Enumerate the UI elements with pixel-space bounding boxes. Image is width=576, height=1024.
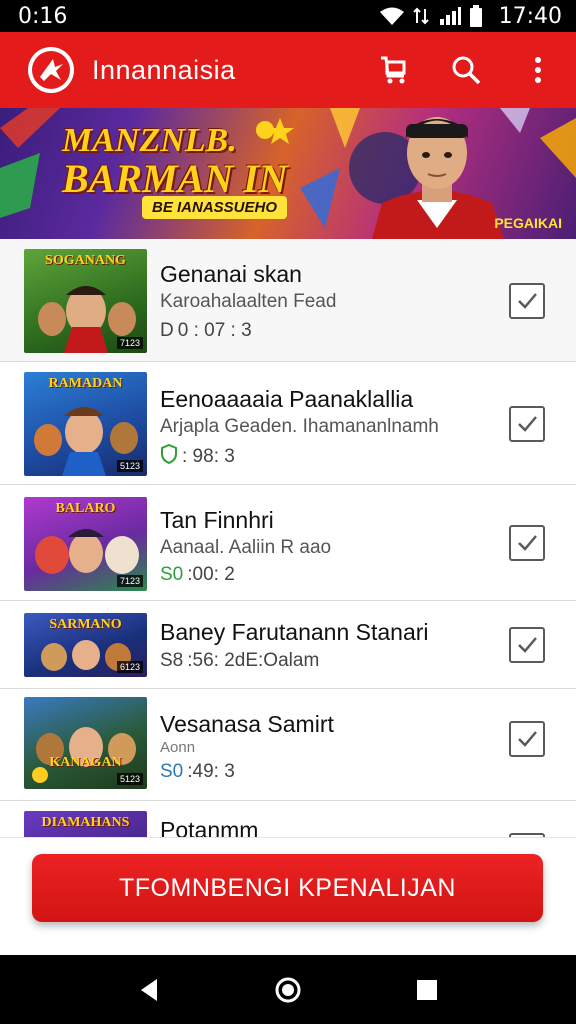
item-checkbox[interactable] xyxy=(509,283,545,319)
item-meta: S0 :49: 3 xyxy=(160,761,235,783)
check-icon xyxy=(518,731,537,747)
item-title: Baney Farutanann Stanari xyxy=(160,619,429,645)
item-subtitle: Aanaal. Aaliin R aao xyxy=(160,537,332,558)
check-icon xyxy=(518,637,537,653)
cart-icon[interactable] xyxy=(372,48,416,92)
back-icon[interactable] xyxy=(123,964,175,1016)
game-thumbnail: RAMADAN 5123 xyxy=(24,372,147,476)
item-subtitle: Aonn xyxy=(160,739,196,756)
meta-prefix: S0 xyxy=(160,564,184,585)
primary-action-button[interactable]: TFOMNBENGI KPENALIJAN xyxy=(32,854,543,922)
meta-value: :56: 2dE:Oalam xyxy=(187,650,320,671)
battery-icon xyxy=(469,5,483,27)
promo-banner[interactable]: MANZNLB. BARMAN IN BE IANASSUEHO PEGAIKA… xyxy=(0,108,576,239)
thumbnail-title: BALARO xyxy=(55,501,116,516)
meta-value: :00: 2 xyxy=(187,564,235,585)
thumbnail-badge: 7123 xyxy=(116,575,143,587)
meta-prefix: S8 xyxy=(160,650,184,671)
app-actions xyxy=(372,48,560,92)
banner-title: MANZNLB. BARMAN IN xyxy=(62,122,302,201)
list-item[interactable]: SOGANANG 7123 Genanai skan Karoahalaalte… xyxy=(0,239,576,362)
item-checkbox[interactable] xyxy=(509,406,545,442)
status-time: 17:40 xyxy=(498,3,562,29)
item-title: Eenoaaaaia Paanaklallia xyxy=(160,386,414,412)
meta-value: :49: 3 xyxy=(187,761,235,782)
banner-character-image xyxy=(362,108,512,239)
thumbnail-title: RAMADAN xyxy=(48,376,123,391)
list-item[interactable]: RAMADAN 5123 Eenoaaaaia Paanaklallia Arj… xyxy=(0,362,576,485)
thumbnail-badge: 6123 xyxy=(116,661,143,673)
banner-title-line1: MANZNLB. xyxy=(62,122,237,159)
item-meta: D 0 : 07 : 3 xyxy=(160,320,252,342)
game-thumbnail: SARMANO 6123 xyxy=(24,613,147,677)
wifi-icon xyxy=(379,6,405,26)
app-logo-icon[interactable] xyxy=(28,47,74,93)
item-subtitle: Arjapla Geaden. Ihamananlnamh xyxy=(160,416,439,437)
check-icon xyxy=(518,416,537,432)
item-title: Tan Finnhri xyxy=(160,507,274,533)
cell-signal-icon xyxy=(439,6,461,26)
banner-tag: PEGAIKAI xyxy=(494,215,562,231)
list-item[interactable]: DIAMAHANS Potanmm xyxy=(0,801,576,837)
check-icon xyxy=(518,535,537,551)
banner-subtitle: BE IANASSUEHO xyxy=(142,196,288,219)
item-meta: S8 :56: 2dE:Oalam xyxy=(160,650,319,672)
item-subtitle: Karoahalaalten Fead xyxy=(160,291,337,312)
app-title: Innannaisia xyxy=(92,54,236,85)
meta-value: 0 : 07 : 3 xyxy=(177,320,252,341)
item-checkbox[interactable] xyxy=(509,721,545,757)
game-thumbnail: DIAMAHANS xyxy=(24,811,147,837)
status-icons: 17:40 xyxy=(379,4,562,29)
item-checkbox[interactable] xyxy=(509,525,545,561)
thumbnail-badge: 5123 xyxy=(116,460,143,472)
check-icon xyxy=(518,293,537,309)
item-meta: : 98: 3 xyxy=(160,443,235,470)
item-title: Vesanasa Samirt xyxy=(160,711,334,737)
status-left-text: 0:16 xyxy=(18,3,68,29)
app-bar: Innannaisia xyxy=(0,32,576,108)
search-icon[interactable] xyxy=(444,48,488,92)
thumbnail-title: SARMANO xyxy=(49,617,122,632)
thumbnail-title: KANAGAN xyxy=(49,755,122,770)
item-title: Genanai skan xyxy=(160,261,302,287)
game-thumbnail: KANAGAN 5123 xyxy=(24,697,147,789)
cta-area: TFOMNBENGI KPENALIJAN xyxy=(0,837,576,955)
meta-prefix: S0 xyxy=(160,761,184,782)
meta-value: : 98: 3 xyxy=(182,446,235,467)
system-nav-bar xyxy=(0,955,576,1024)
meta-prefix: D xyxy=(160,320,174,341)
more-vert-icon[interactable] xyxy=(516,48,560,92)
item-title: Potanmm xyxy=(160,817,259,837)
thumbnail-badge: 5123 xyxy=(116,773,143,785)
banner-title-line2: BARMAN IN xyxy=(62,156,288,201)
game-thumbnail: BALARO 7123 xyxy=(24,497,147,591)
thumbnail-badge: 7123 xyxy=(116,337,143,349)
item-meta: S0 :00: 2 xyxy=(160,564,235,586)
thumbnail-title: DIAMAHANS xyxy=(41,815,130,830)
game-list[interactable]: SOGANANG 7123 Genanai skan Karoahalaalte… xyxy=(0,239,576,837)
recents-icon[interactable] xyxy=(401,964,453,1016)
item-checkbox[interactable] xyxy=(509,627,545,663)
signal-icon xyxy=(412,6,431,26)
thumbnail-title: SOGANANG xyxy=(45,253,126,268)
status-bar: 0:16 17:40 xyxy=(0,0,576,32)
game-thumbnail: SOGANANG 7123 xyxy=(24,249,147,353)
shield-icon xyxy=(160,443,178,470)
home-icon[interactable] xyxy=(262,964,314,1016)
list-item[interactable]: BALARO 7123 Tan Finnhri Aanaal. Aaliin R… xyxy=(0,485,576,601)
list-item[interactable]: SARMANO 6123 Baney Farutanann Stanari S8… xyxy=(0,601,576,689)
list-item[interactable]: KANAGAN 5123 Vesanasa Samirt Aonn S0 :49… xyxy=(0,689,576,801)
